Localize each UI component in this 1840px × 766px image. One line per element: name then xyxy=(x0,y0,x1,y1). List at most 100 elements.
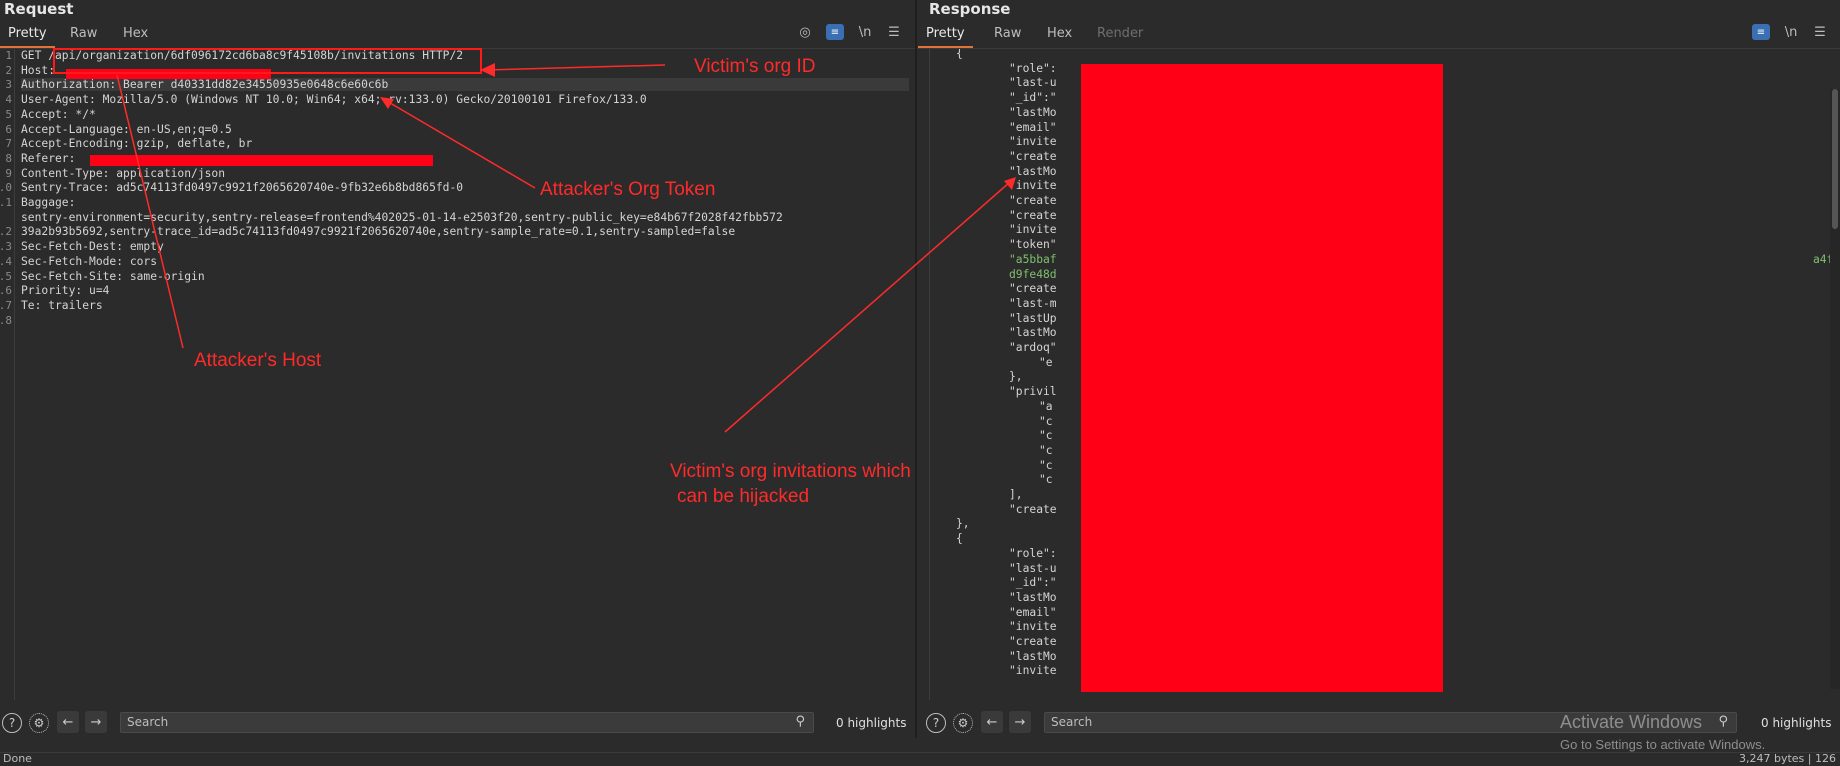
response-line: "c xyxy=(1039,443,1053,457)
request-line: Baggage: xyxy=(21,196,76,209)
response-line: "invite xyxy=(1009,179,1057,193)
response-line: "ardoq" xyxy=(1009,341,1057,354)
forward-arrow-icon[interactable]: → xyxy=(85,711,107,733)
request-line: User-Agent: Mozilla/5.0 (Windows NT 10.0… xyxy=(21,93,647,107)
tab-hex[interactable]: Hex xyxy=(1039,20,1080,46)
response-line: "lastMo xyxy=(1009,590,1057,604)
response-line: "email" xyxy=(1009,120,1057,134)
search-icon: ⚲ xyxy=(795,714,805,729)
tab-pretty[interactable]: Pretty xyxy=(918,20,973,48)
search-placeholder: Search xyxy=(127,715,169,729)
response-line: "create xyxy=(1009,194,1057,207)
word-wrap-icon[interactable]: ≡ xyxy=(1752,24,1770,40)
forward-arrow-icon[interactable]: → xyxy=(1009,711,1031,733)
response-tabbar: Pretty Raw Hex Render xyxy=(917,20,1840,49)
line-number: 1 xyxy=(5,49,12,62)
line-number: 8 xyxy=(5,151,12,165)
response-line: d9fe48d xyxy=(1009,267,1057,281)
response-line: { xyxy=(956,532,963,546)
annotation-highlight-box xyxy=(53,48,482,74)
request-editor[interactable]: 1 2 3 4 5 6 7 8 9.0.1.2.3.4.5.6.7.8 GET /api/org… xyxy=(0,49,915,700)
annotation-attacker-token: Attacker's Org Token xyxy=(540,179,716,200)
gear-icon[interactable]: ⚙ xyxy=(29,713,49,733)
response-line: "last-m xyxy=(1009,296,1057,310)
response-line: "_id":" xyxy=(1009,576,1057,590)
tab-raw[interactable]: Raw xyxy=(62,20,105,46)
search-placeholder: Search xyxy=(1051,715,1093,729)
back-arrow-icon[interactable]: ← xyxy=(57,711,79,733)
tab-pretty[interactable]: Pretty xyxy=(0,20,55,48)
response-line: "token" xyxy=(1009,238,1057,252)
annotation-attacker-host: Attacker's Host xyxy=(194,350,322,371)
search-icon: ⚲ xyxy=(1718,714,1728,729)
menu-icon[interactable]: ☰ xyxy=(884,22,904,42)
response-scrollbar[interactable] xyxy=(1830,89,1840,689)
annotation-victim-invitations: Victim's org invitations which xyxy=(670,461,911,482)
response-line: { xyxy=(956,49,963,60)
menu-icon[interactable]: ☰ xyxy=(1810,22,1830,42)
response-line: "email" xyxy=(1009,605,1057,619)
response-line: ], xyxy=(1009,488,1023,501)
request-line: Content-Type: application/json xyxy=(21,166,226,180)
request-tabbar: Pretty Raw Hex xyxy=(0,20,915,49)
request-line: Priority: u=4 xyxy=(21,284,110,298)
newline-icon[interactable]: \n xyxy=(1781,22,1801,42)
activate-windows-watermark: Activate Windows xyxy=(1560,712,1703,732)
response-pane: Response Pretty Raw Hex Render ≡ \n ☰ {"… xyxy=(917,0,1840,738)
annotation-hijack: can be hijacked xyxy=(677,486,810,507)
request-line: Referer: xyxy=(21,151,83,165)
response-line: "last-u xyxy=(1009,561,1057,575)
response-line: }, xyxy=(1009,370,1023,384)
line-number: 7 xyxy=(5,137,12,151)
tab-render[interactable]: Render xyxy=(1089,20,1151,46)
back-arrow-icon[interactable]: ← xyxy=(981,711,1003,733)
gear-icon[interactable]: ⚙ xyxy=(953,713,973,733)
line-number: .5 xyxy=(0,269,12,283)
response-line: "create xyxy=(1009,282,1057,296)
line-number: 3 xyxy=(5,78,12,92)
request-line: Sentry-Trace: ad5c74113fd0497c9921f20656… xyxy=(21,181,464,195)
request-bottombar: ? ⚙ ← → Search ⚲ 0 highlights xyxy=(0,708,915,738)
request-line: Accept-Language: en-US,en;q=0.5 xyxy=(21,122,232,136)
response-line: "privil xyxy=(1009,385,1057,399)
response-line: "create xyxy=(1009,149,1057,163)
request-pane: Request Pretty Raw Hex ◎ ≡ \n ☰ 12345678… xyxy=(0,0,917,738)
line-number: 4 xyxy=(5,93,12,107)
response-line: "c xyxy=(1039,458,1053,472)
line-number: .8 xyxy=(0,313,12,327)
hide-eye-icon[interactable]: ◎ xyxy=(795,22,815,42)
request-search-input[interactable]: Search ⚲ xyxy=(120,712,814,733)
response-line: "invite xyxy=(1009,620,1057,634)
line-number: .7 xyxy=(0,298,12,312)
request-line: Authorization: Bearer d40331dd82e3455093… xyxy=(21,78,909,92)
response-line: "lastMo xyxy=(1009,649,1057,663)
response-line: "invite xyxy=(1009,223,1057,237)
tab-raw[interactable]: Raw xyxy=(986,20,1029,46)
request-line: sentry-environment=security,sentry-relea… xyxy=(21,210,783,224)
status-left: Done xyxy=(3,752,32,765)
response-line: "role": xyxy=(1009,546,1057,560)
response-line: "lastUp xyxy=(1009,311,1057,325)
request-line: Accept: */* xyxy=(21,107,96,121)
scroll-thumb[interactable] xyxy=(1832,89,1838,229)
response-line: "create xyxy=(1009,502,1057,516)
line-number: 6 xyxy=(5,122,12,136)
newline-icon[interactable]: \n xyxy=(855,22,875,42)
response-line: "lastMo xyxy=(1009,326,1057,340)
response-line: "create xyxy=(1009,635,1057,648)
word-wrap-icon[interactable]: ≡ xyxy=(826,24,844,40)
response-line: "a5bbaf xyxy=(1009,252,1057,266)
response-editor[interactable]: {"role": "last-u "_id":" "lastMo "email" "inv… xyxy=(917,49,1840,700)
help-icon[interactable]: ? xyxy=(2,713,22,733)
response-highlight-count: 0 highlights xyxy=(1761,716,1832,730)
response-line: "_id":" xyxy=(1009,91,1057,105)
request-title: Request xyxy=(4,0,74,18)
request-highlight-count: 0 highlights xyxy=(836,716,907,730)
line-number: 9 xyxy=(5,166,12,180)
response-line: "c xyxy=(1039,414,1053,428)
help-icon[interactable]: ? xyxy=(926,713,946,733)
tab-hex[interactable]: Hex xyxy=(115,20,156,46)
request-line: Te: trailers xyxy=(21,298,103,312)
request-line: Accept-Encoding: gzip, deflate, br xyxy=(21,137,253,151)
line-number: .6 xyxy=(0,284,12,298)
